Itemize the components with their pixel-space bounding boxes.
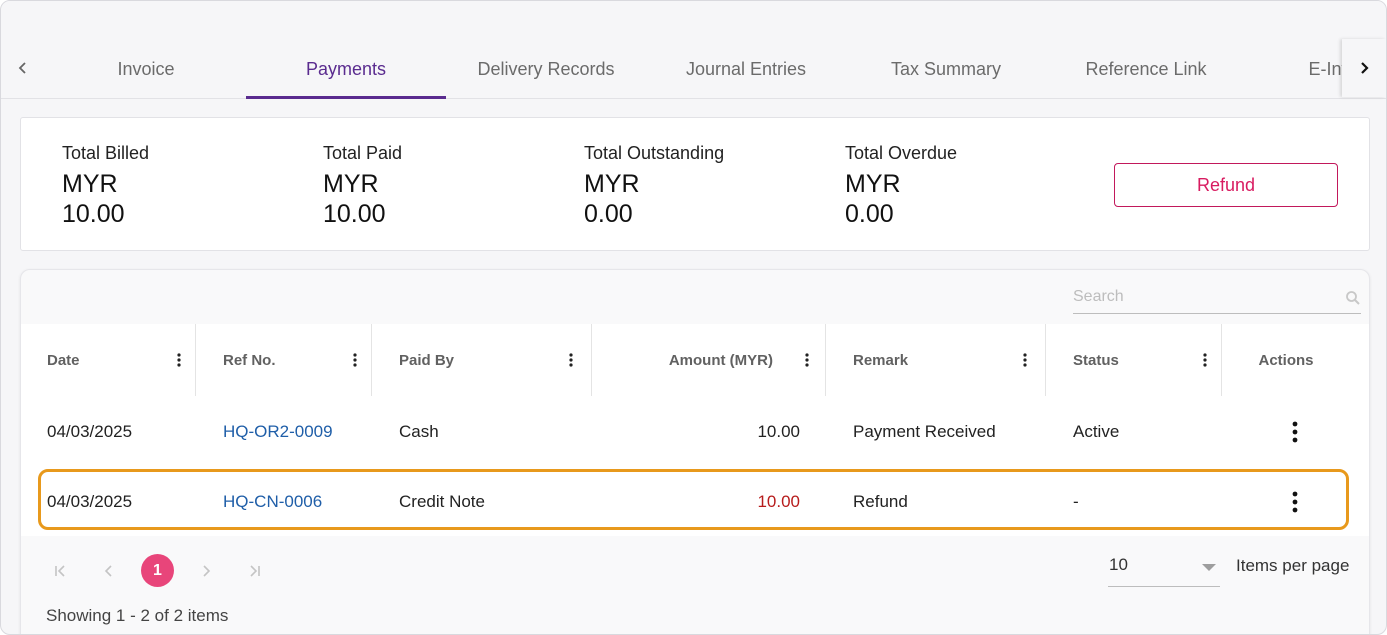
total-overdue-amount: 0.00 [845,200,894,228]
pager: 1 10 Items per page Showing 1 - 2 of 2 i… [21,536,1369,634]
cell-date: 04/03/2025 [47,492,133,511]
payment-summary-card: Total Billed MYR 10.00 Total Paid MYR 10… [20,117,1370,251]
column-divider [825,324,826,396]
column-date-label: Date [47,351,80,369]
total-billed-currency: MYR [62,170,118,198]
column-header-ref-no[interactable]: Ref No. [223,324,363,396]
column-ref-no-label: Ref No. [223,351,276,369]
cell-ref-link[interactable]: HQ-OR2-0009 [223,422,333,442]
total-paid-stat: Total Paid MYR 10.00 [323,142,402,229]
column-divider [1045,324,1046,396]
refund-button[interactable]: Refund [1114,163,1338,207]
total-overdue-stat: Total Overdue MYR 0.00 [845,142,957,229]
last-page-icon [250,565,260,577]
cell-status: Active [1073,422,1120,441]
column-remark-label: Remark [853,351,909,369]
column-menu-icon[interactable] [347,350,363,370]
tabs-viewport: Invoice Payments Delivery Records Journa… [46,39,1342,99]
column-header-remark[interactable]: Remark [853,324,1033,396]
column-actions-label: Actions [1258,351,1314,369]
total-paid-currency: MYR [323,170,379,198]
tab-reference-link[interactable]: Reference Link [1046,39,1246,99]
chevron-left-icon [104,565,112,577]
column-menu-icon[interactable] [1197,350,1213,370]
search-icon [1346,291,1360,305]
total-outstanding-stat: Total Outstanding MYR 0.00 [584,142,724,229]
cell-ref-link[interactable]: HQ-CN-0006 [223,492,322,512]
column-menu-icon[interactable] [799,350,815,370]
total-outstanding-label: Total Outstanding [584,143,725,163]
total-paid-label: Total Paid [323,143,403,163]
column-header-amount[interactable]: Amount (MYR) [619,324,815,396]
first-page-button[interactable] [43,554,77,588]
tab-payments[interactable]: Payments [246,39,446,99]
app-frame: Invoice Payments Delivery Records Journa… [0,0,1387,635]
page-size-select[interactable]: 10 [1108,551,1220,587]
first-page-icon [55,565,65,577]
column-divider [371,324,372,396]
showing-items-text: Showing 1 - 2 of 2 items [46,606,229,625]
items-per-page-label: Items per page [1236,556,1350,575]
cell-amount: 10.00 [757,492,800,511]
column-header-actions: Actions [1221,324,1351,396]
column-menu-icon[interactable] [171,350,187,370]
tab-tax-summary[interactable]: Tax Summary [846,39,1046,99]
tab-invoice[interactable]: Invoice [46,39,246,99]
tab-scroll-right-button[interactable] [1342,39,1386,97]
tab-bar: Invoice Payments Delivery Records Journa… [1,1,1386,99]
total-overdue-label: Total Overdue [845,143,958,163]
cell-remark: Refund [853,492,908,511]
last-page-button[interactable] [238,554,272,588]
column-divider [195,324,196,396]
row-actions-menu-icon[interactable] [1283,418,1307,446]
cell-remark: Payment Received [853,422,996,441]
page-size-value: 10 [1109,555,1128,574]
chevron-right-icon [203,565,211,577]
cell-paid-by: Cash [399,422,439,441]
previous-page-button[interactable] [92,554,126,588]
total-overdue-currency: MYR [845,170,901,198]
column-amount-label: Amount (MYR) [668,351,773,369]
page-number-button[interactable]: 1 [141,554,174,587]
total-paid-amount: 10.00 [323,200,386,228]
dropdown-caret-icon [1202,564,1216,571]
payments-grid: Date Ref No. Paid By Amount (MYR) Remark [20,269,1370,634]
tab-scroll-left-button[interactable] [1,39,45,97]
cell-amount: 10.00 [757,422,800,441]
total-outstanding-amount: 0.00 [584,200,633,228]
tab-journal-entries[interactable]: Journal Entries [646,39,846,99]
cell-paid-by: Credit Note [399,492,485,511]
cell-status: - [1073,492,1079,511]
payments-table: Date Ref No. Paid By Amount (MYR) Remark [21,324,1369,536]
column-menu-icon[interactable] [563,350,579,370]
total-billed-amount: 10.00 [62,200,125,228]
column-header-date[interactable]: Date [47,324,187,396]
chevron-right-icon [1361,62,1369,74]
column-paid-by-label: Paid By [399,351,455,369]
total-billed-label: Total Billed [62,143,150,163]
total-billed-stat: Total Billed MYR 10.00 [62,142,149,229]
search-box [1073,282,1361,314]
tab-e-invoice[interactable]: E-Invoice [1246,39,1342,99]
row-actions-menu-icon[interactable] [1283,488,1307,516]
search-input[interactable] [1073,282,1333,312]
column-menu-icon[interactable] [1017,350,1033,370]
total-outstanding-currency: MYR [584,170,640,198]
column-header-paid-by[interactable]: Paid By [399,324,579,396]
column-status-label: Status [1073,351,1119,369]
column-divider [591,324,592,396]
tab-delivery-records[interactable]: Delivery Records [446,39,646,99]
next-page-button[interactable] [189,554,223,588]
chevron-left-icon [18,62,26,74]
column-header-status[interactable]: Status [1073,324,1213,396]
cell-date: 04/03/2025 [47,422,133,441]
